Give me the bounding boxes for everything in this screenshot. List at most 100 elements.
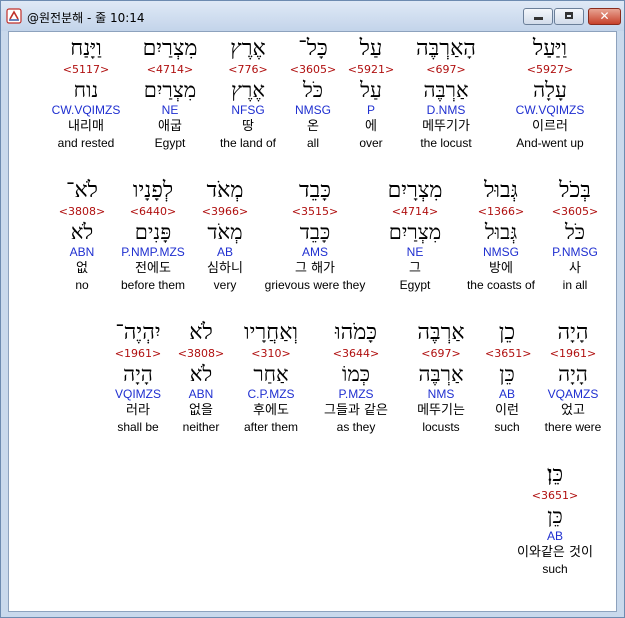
strong-number[interactable]: <3808> [177, 346, 225, 361]
lexical-form: כֵּן [499, 362, 515, 386]
parsing-code: AB [498, 387, 515, 401]
word-block[interactable]: מִצְרַיִם <4714> מִצְרַיִם NE 애굽 Egypt [133, 36, 207, 151]
lexical-form: כֵּן [547, 504, 563, 528]
hebrew-word: בְּכֹל [559, 178, 591, 203]
parsing-code: ABN [188, 387, 214, 401]
word-block[interactable]: לֹא־ <3808> לֹא ABN 없 no [57, 178, 107, 293]
hebrew-word: כֵן [498, 320, 516, 345]
hebrew-word: וַיַּעַל [532, 36, 568, 61]
word-block[interactable]: כָּמֹהוּ <3644> כְּמוֹ P.MZS 그들과 같은 as t… [311, 320, 401, 435]
word-block[interactable]: וַיָּנַח <5117> נוח CW.VQIMZS 내리매 and re… [43, 36, 129, 151]
lexical-form: כָּבֵד [299, 220, 331, 244]
strong-number[interactable]: <1961> [537, 346, 609, 361]
lexical-form: כֹּל [302, 78, 324, 102]
strong-number[interactable]: <3515> [259, 204, 371, 219]
korean-gloss: 전에도 [135, 261, 171, 276]
strong-number[interactable]: <697> [407, 62, 485, 77]
hebrew-word: מִצְרַיִם [142, 36, 198, 61]
lexical-form: לֹא [189, 362, 213, 386]
word-block[interactable]: אֶרֶץ <776> אֶרֶץ NFSG 땅 the land of [213, 36, 283, 151]
word-block[interactable]: מִצְרָיִם <4714> מִצְרַיִם NE 그 Egypt [375, 178, 455, 293]
hebrew-word: כָּבֵד [299, 178, 331, 203]
word-block[interactable]: יִהְיֶה־ <1961> הָיָה VQIMZS 러라 shall be [107, 320, 169, 435]
parsing-code: NE [161, 103, 179, 117]
word-block[interactable]: כֵן <3651> כֵּן AB 이런 such [485, 320, 531, 435]
english-gloss: and rested [57, 136, 115, 150]
strong-number[interactable]: <697> [407, 346, 475, 361]
english-gloss: all [306, 136, 319, 150]
strong-number[interactable]: <4714> [375, 204, 455, 219]
lexical-form: אַחַר [253, 362, 289, 386]
strong-number[interactable]: <5921> [345, 62, 397, 77]
hebrew-word: אֶרֶץ [230, 36, 266, 61]
hebrew-word: וְאַחֲרָיו [243, 320, 299, 345]
hebrew-word: וַיָּנַח [70, 36, 102, 61]
minimize-button[interactable] [523, 8, 553, 25]
korean-gloss: 후에도 [253, 403, 289, 418]
english-gloss: over [359, 136, 383, 150]
strong-number[interactable]: <4714> [133, 62, 207, 77]
close-icon: ✕ [599, 9, 610, 23]
strong-number[interactable]: <5117> [43, 62, 129, 77]
hebrew-word: יִהְיֶה־ [115, 320, 161, 345]
word-block[interactable]: הָאַרְבֶּה <697> אַרְבֶּה D.NMS 메뚜기가 the… [407, 36, 485, 151]
parsing-code: NMSG [295, 103, 331, 117]
parsing-code: D.NMS [426, 103, 466, 117]
strong-number[interactable]: <5927> [487, 62, 613, 77]
parsing-code: NE [406, 245, 424, 259]
strong-number[interactable]: <1961> [107, 346, 169, 361]
parsing-code: CW.VQIMZS [51, 103, 121, 117]
word-block[interactable]: לְפָנָיו <6440> פָּנִים P.NMP.MZS 전에도 be… [115, 178, 191, 293]
maximize-button[interactable] [554, 8, 584, 25]
strong-number[interactable]: <3605> [543, 204, 607, 219]
strong-number[interactable]: <3651> [503, 488, 607, 503]
strong-number[interactable]: <3966> [197, 204, 253, 219]
korean-gloss: 었고 [561, 403, 585, 418]
maximize-icon [565, 12, 573, 19]
hebrew-word: מִצְרָיִם [387, 178, 443, 203]
strong-number[interactable]: <3644> [311, 346, 401, 361]
strong-number[interactable]: <1366> [459, 204, 543, 219]
korean-gloss: 그들과 같은 [324, 403, 388, 418]
minimize-icon [534, 17, 543, 20]
korean-gloss: 심하니 [207, 261, 243, 276]
parsing-code: VQAMZS [547, 387, 599, 401]
word-block[interactable]: בְּכֹל <3605> כֹּל P.NMSG 사 in all [543, 178, 607, 293]
word-block[interactable]: אַרְבֶּה <697> אַרְבֶּה NMS 메뚜기는 locusts [407, 320, 475, 435]
word-block[interactable]: עַל <5921> עַל P 에 over [345, 36, 397, 151]
hebrew-word: כֵּן׃ [546, 462, 564, 487]
word-block[interactable]: גְּבוּל <1366> גְּבוּל NMSG 방에 the coast… [459, 178, 543, 293]
parsing-code: P [366, 103, 375, 117]
title-bar[interactable]: @원전분해 - 줄 10:14 ✕ [1, 1, 624, 31]
strong-number[interactable]: <776> [213, 62, 283, 77]
lexical-form: כֹּל [564, 220, 586, 244]
word-block[interactable]: כֵּן׃ <3651> כֵּן AB 이와같은 것이 such [503, 462, 607, 577]
strong-number[interactable]: <6440> [115, 204, 191, 219]
word-block[interactable]: הָיָה <1961> הָיָה VQAMZS 었고 there were [537, 320, 609, 435]
strong-number[interactable]: <310> [237, 346, 305, 361]
hebrew-word: לֹא־ [66, 178, 98, 203]
word-block[interactable]: וַיַּעַל <5927> עָלָה CW.VQIMZS 이르러 And-… [487, 36, 613, 151]
korean-gloss: 러라 [126, 403, 150, 418]
lexical-form: עָלָה [533, 78, 567, 102]
lexical-form: מְאֹד [207, 220, 243, 244]
strong-number[interactable]: <3651> [485, 346, 531, 361]
close-button[interactable]: ✕ [588, 8, 621, 25]
parsing-code: AB [216, 245, 233, 259]
hebrew-word: כָּמֹהוּ [334, 320, 378, 345]
word-block[interactable]: לֹא <3808> לֹא ABN 없을 neither [177, 320, 225, 435]
word-block[interactable]: מְאֹד <3966> מְאֹד AB 심하니 very [197, 178, 253, 293]
strong-number[interactable]: <3808> [57, 204, 107, 219]
korean-gloss: 없 [76, 261, 88, 276]
word-block[interactable]: כָּבֵד <3515> כָּבֵד AMS 그 해가 grievous w… [259, 178, 371, 293]
word-block[interactable]: וְאַחֲרָיו <310> אַחַר C.P.MZS 후에도 after… [237, 320, 305, 435]
interlinear-panel[interactable]: וַיַּעַל <5927> עָלָה CW.VQIMZS 이르러 And-… [8, 31, 617, 612]
english-gloss: Egypt [399, 278, 431, 292]
word-block[interactable]: כָּל־ <3605> כֹּל NMSG 온 all [285, 36, 341, 151]
english-gloss: in all [562, 278, 588, 292]
hebrew-word: עַל [359, 36, 383, 61]
korean-gloss: 없을 [189, 403, 213, 418]
lexical-form: גְּבוּל [484, 220, 518, 244]
english-gloss: Egypt [154, 136, 186, 150]
strong-number[interactable]: <3605> [285, 62, 341, 77]
